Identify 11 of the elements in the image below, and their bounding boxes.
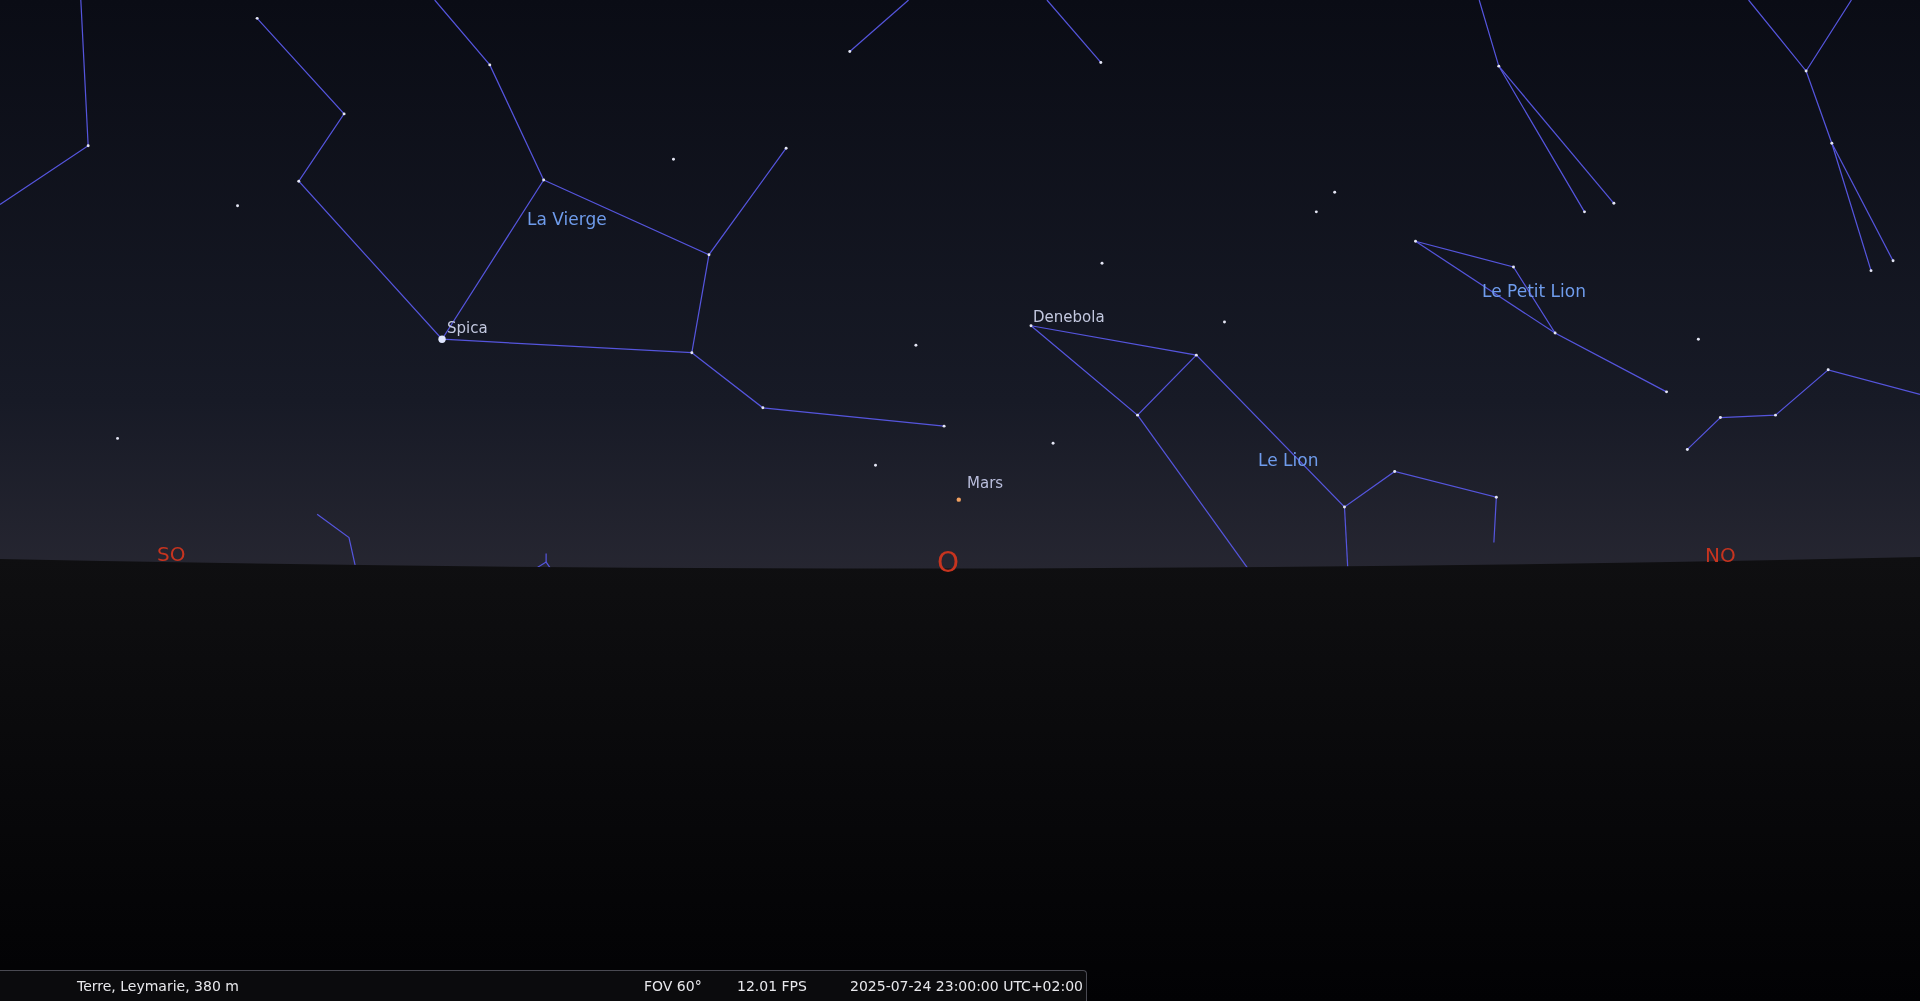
date-time-text: 2025-07-24 23:00:00 UTC+02:00 <box>850 976 1083 996</box>
constellation-label: La Vierge <box>527 211 607 228</box>
compass-label: SO <box>157 544 186 564</box>
star-label: Spica <box>447 321 488 336</box>
location-text: Terre, Leymarie, 380 m <box>77 976 240 996</box>
compass-label: NO <box>1705 545 1736 565</box>
star-label: Denebola <box>1033 310 1105 325</box>
planet-label: Mars <box>967 476 1004 491</box>
fov-text: FOV 60° <box>644 976 703 996</box>
fps-text: 12.01 FPS <box>737 976 808 996</box>
compass-label: O <box>937 549 960 577</box>
